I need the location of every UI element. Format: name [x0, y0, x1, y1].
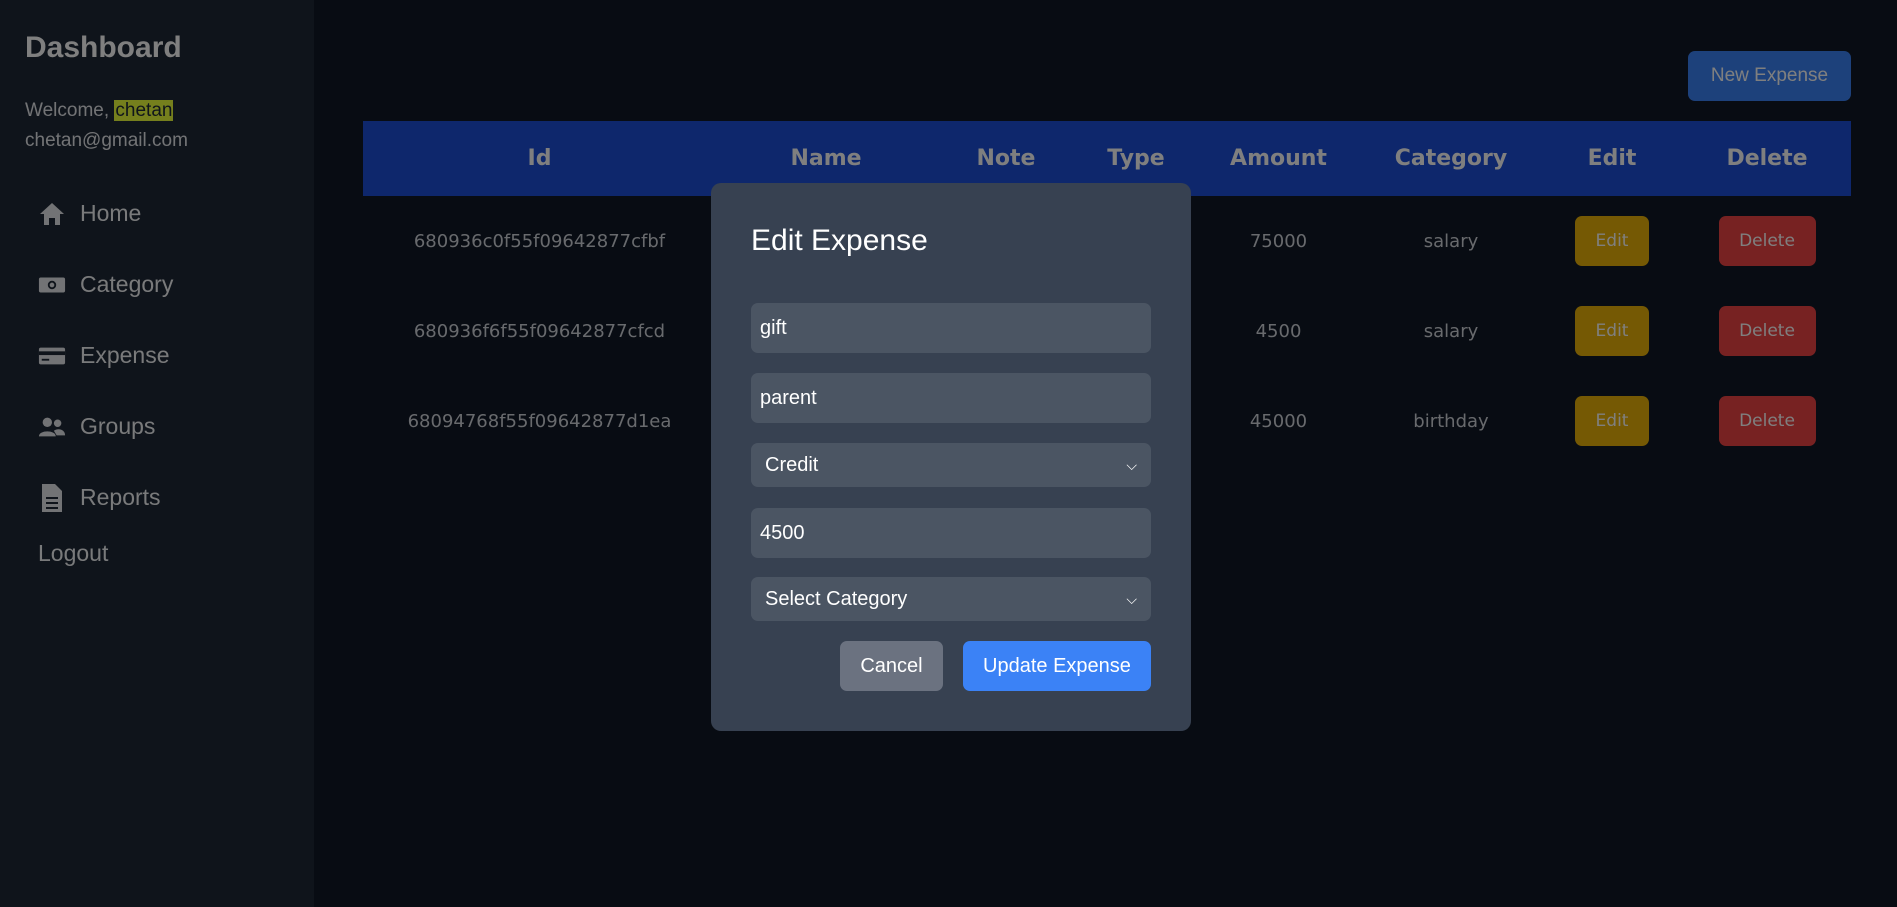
- expense-type-select[interactable]: Credit ⌵: [751, 443, 1151, 487]
- category-select-value: Select Category: [765, 587, 908, 610]
- expense-note-input[interactable]: [751, 373, 1151, 423]
- modal-title: Edit Expense: [751, 224, 928, 257]
- chevron-down-icon: ⌵: [1126, 590, 1137, 607]
- type-select-value: Credit: [765, 453, 819, 476]
- chevron-down-icon: ⌵: [1126, 456, 1137, 473]
- edit-expense-modal: Edit Expense Credit ⌵ Select Category ⌵ …: [711, 183, 1191, 731]
- update-expense-button[interactable]: Update Expense: [963, 641, 1151, 691]
- expense-amount-input[interactable]: [751, 508, 1151, 558]
- cancel-button[interactable]: Cancel: [840, 641, 943, 691]
- expense-name-input[interactable]: [751, 303, 1151, 353]
- expense-category-select[interactable]: Select Category ⌵: [751, 577, 1151, 621]
